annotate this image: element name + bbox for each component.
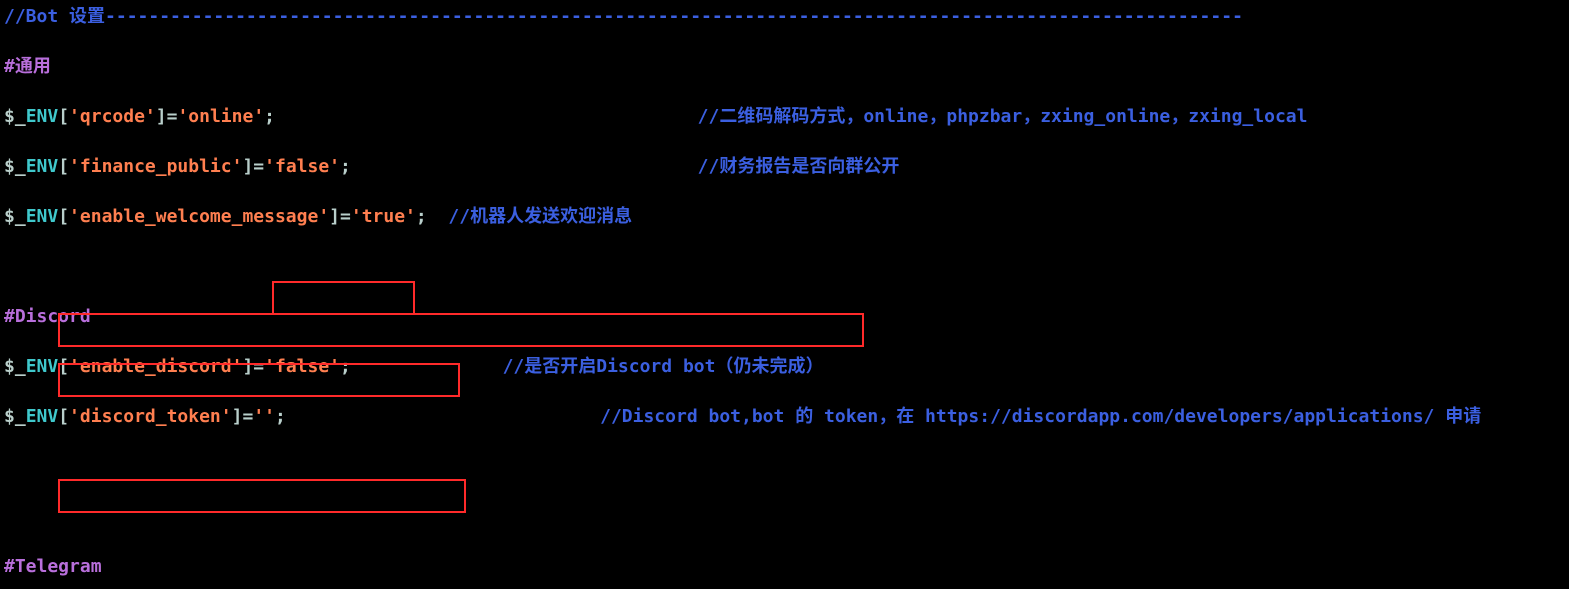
code-block: //Bot 设置--------------------------------… xyxy=(0,0,1569,589)
line-finance-public: $_ENV['finance_public']='false'; //财务报告是… xyxy=(4,154,1565,179)
line-enable-discord: $_ENV['enable_discord']='false'; //是否开启D… xyxy=(4,354,1565,379)
line-discord-token: $_ENV['discord_token']=''; //Discord bot… xyxy=(4,404,1565,429)
section-discord: #Discord xyxy=(4,304,1565,329)
section-telegram: #Telegram xyxy=(4,554,1565,579)
line-qrcode: $_ENV['qrcode']='online'; //二维码解码方式，onli… xyxy=(4,104,1565,129)
header-line: //Bot 设置--------------------------------… xyxy=(4,4,1565,29)
section-general: #通用 xyxy=(4,54,1565,79)
line-welcome: $_ENV['enable_welcome_message']='true'; … xyxy=(4,204,1565,229)
